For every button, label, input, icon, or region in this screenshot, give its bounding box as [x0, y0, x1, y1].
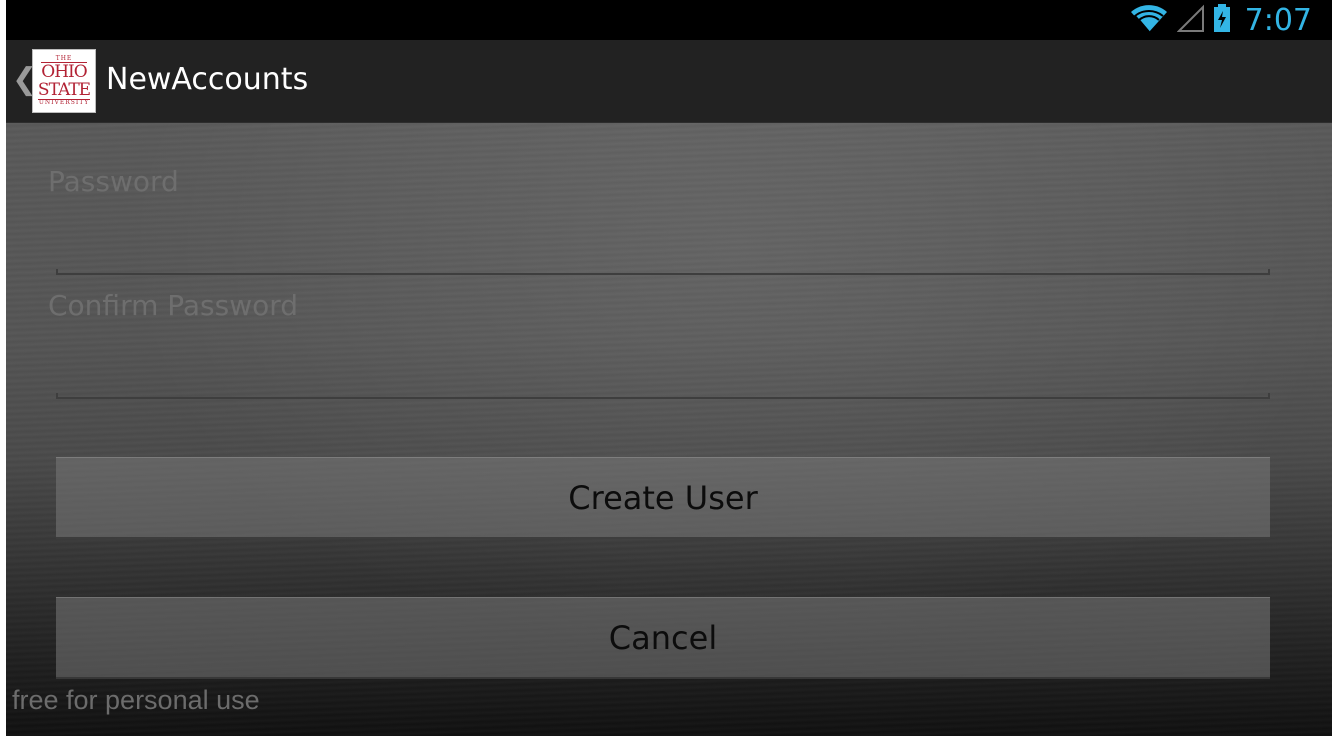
confirm-password-field[interactable]	[56, 351, 1274, 393]
password-field[interactable]	[56, 227, 1274, 269]
password-label: Password	[48, 165, 179, 198]
ohio-state-logo[interactable]: THE OHIO STATE UNIVERSITY	[32, 49, 96, 113]
password-underline	[56, 269, 1270, 275]
cell-signal-icon	[1176, 3, 1205, 37]
battery-charging-icon	[1213, 3, 1231, 37]
confirm-password-label: Confirm Password	[48, 289, 299, 322]
confirm-password-underline	[56, 393, 1270, 399]
logo-text-bottom: UNIVERSITY	[38, 99, 90, 106]
status-bar: 7:07	[6, 0, 1332, 40]
create-user-button[interactable]: Create User	[56, 457, 1270, 539]
status-time: 7:07	[1244, 2, 1312, 38]
app-title: NewAccounts	[106, 62, 309, 97]
cancel-button[interactable]: Cancel	[56, 597, 1270, 679]
new-account-form: Password Confirm Password Create User Ca…	[6, 123, 1332, 736]
logo-text-state: STATE	[37, 80, 91, 100]
action-bar: ❮ THE OHIO STATE UNIVERSITY NewAccounts	[6, 40, 1332, 123]
watermark-text: free for personal use	[12, 685, 260, 715]
status-icons: 7:07	[1129, 0, 1312, 40]
wifi-icon	[1129, 3, 1169, 37]
logo-text-ohio: OHIO	[41, 62, 88, 82]
app-screen: 7:07 ❮ THE OHIO STATE UNIVERSITY NewAcco…	[6, 0, 1332, 736]
